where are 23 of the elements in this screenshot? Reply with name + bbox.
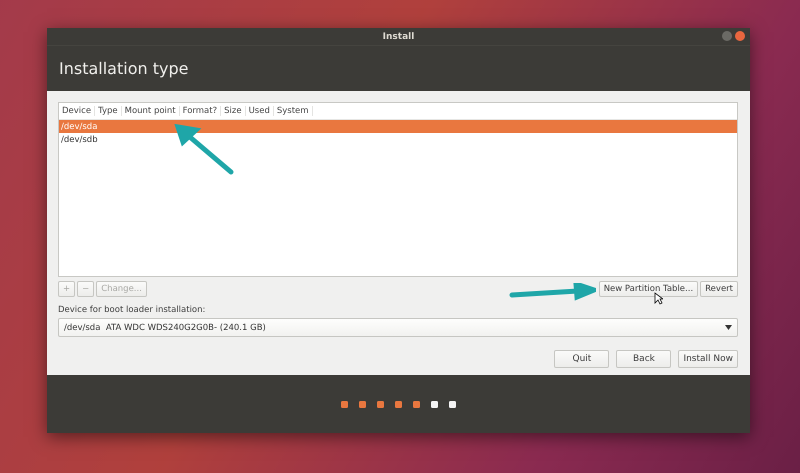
column-header[interactable]: Device	[59, 106, 96, 116]
nav-button[interactable]: Install Now	[678, 350, 738, 368]
caret-icon	[725, 325, 732, 330]
column-header[interactable]: System	[274, 106, 313, 116]
boot-loader-label: Device for boot loader installation:	[58, 305, 206, 315]
column-header[interactable]: Mount point	[122, 106, 180, 116]
nav-button[interactable]: Back	[616, 350, 672, 368]
partition-button[interactable]: Revert	[700, 281, 738, 297]
cursor-icon	[654, 292, 663, 305]
close-icon[interactable]	[735, 31, 745, 41]
page-title: Installation type	[59, 59, 188, 78]
column-header[interactable]: Size	[221, 106, 246, 116]
window-title: Install	[382, 32, 414, 42]
arrow-icon	[174, 124, 236, 176]
column-header[interactable]: Type	[95, 106, 122, 116]
arrow-icon	[508, 283, 596, 301]
partition-row[interactable]: /dev/sdb	[59, 133, 737, 146]
minimize-icon[interactable]	[722, 31, 732, 41]
boot-loader-dropdown[interactable]: /dev/sda ATA WDC WDS240G2G0B- (240.1 GB)	[58, 318, 738, 337]
column-header[interactable]: Used	[246, 106, 274, 116]
nav-button[interactable]: Quit	[554, 350, 610, 368]
partition-button[interactable]: New Partition Table...	[598, 281, 698, 297]
column-header[interactable]: Format?	[180, 106, 222, 116]
